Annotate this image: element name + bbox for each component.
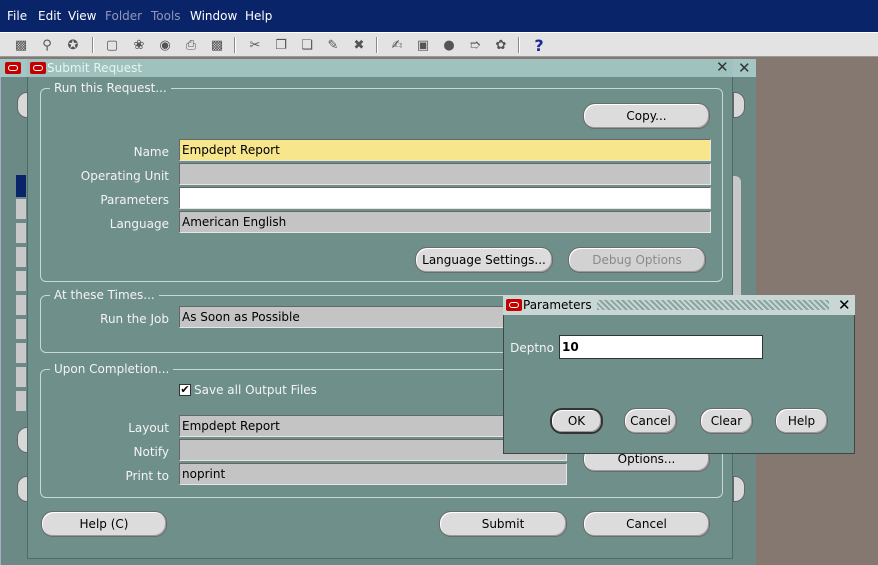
clear-button[interactable]: Clear xyxy=(700,408,753,434)
operating-unit-label: Operating Unit xyxy=(80,169,169,183)
oracle-logo-icon xyxy=(506,299,522,311)
copy-button[interactable]: Copy... xyxy=(583,103,710,129)
navigator-icon[interactable]: ✪ xyxy=(64,36,82,54)
folder-tools-icon[interactable]: ✿ xyxy=(492,36,510,54)
help-button[interactable]: Help (C) xyxy=(41,511,167,537)
parameters-field[interactable] xyxy=(179,187,711,209)
attachments-icon[interactable]: ➱ xyxy=(466,36,484,54)
clear-record-icon[interactable]: ✎ xyxy=(324,36,342,54)
save-output-checkbox[interactable]: ✔ xyxy=(179,384,191,396)
toolbar-separator xyxy=(234,37,236,53)
parameters-titlebar: Parameters xyxy=(503,295,855,315)
oracle-logo-icon xyxy=(30,62,46,74)
menu-window[interactable]: Window xyxy=(190,9,237,23)
dialog-title: Parameters xyxy=(523,298,592,312)
language-label: Language xyxy=(109,217,169,231)
parameters-label: Parameters xyxy=(100,193,169,207)
submit-request-titlebar: Submit Request xyxy=(27,59,733,77)
deptno-label: Deptno xyxy=(510,341,554,355)
notify-label: Notify xyxy=(133,445,169,459)
new-record-icon[interactable]: ▩ xyxy=(12,36,30,54)
save-output-label: Save all Output Files xyxy=(194,383,317,397)
background-record-indicators xyxy=(16,175,26,413)
dialog-help-button[interactable]: Help xyxy=(775,408,828,434)
oracle-logo-icon xyxy=(5,62,21,74)
menu-folder: Folder xyxy=(105,9,143,23)
close-icon[interactable]: ✕ xyxy=(838,296,851,314)
copy-icon[interactable]: ❐ xyxy=(272,36,290,54)
switch-responsibility-icon[interactable]: ◉ xyxy=(156,36,174,54)
toolbar: ▩ ⚲ ✪ ▢ ❀ ◉ ⎙ ▩ ✂ ❐ ❏ ✎ ✖ ✍ ▣ ● ➱ ✿ ? xyxy=(0,32,878,57)
group-label: Upon Completion... xyxy=(50,362,174,376)
print-to-field[interactable]: noprint xyxy=(179,463,567,485)
submit-button[interactable]: Submit xyxy=(439,511,567,537)
current-record-indicator xyxy=(16,175,26,197)
deptno-field[interactable]: 10 xyxy=(559,335,763,359)
next-step-icon[interactable]: ❀ xyxy=(130,36,148,54)
menu-bar: File Edit View Folder Tools Window Help xyxy=(0,0,878,32)
menu-edit[interactable]: Edit xyxy=(38,9,61,23)
toolbar-separator xyxy=(92,37,94,53)
group-label: Run this Request... xyxy=(50,81,171,95)
find-icon[interactable]: ⚲ xyxy=(38,36,56,54)
paste-icon[interactable]: ❏ xyxy=(298,36,316,54)
menu-view[interactable]: View xyxy=(68,9,96,23)
operating-unit-field[interactable] xyxy=(179,163,711,185)
cut-icon[interactable]: ✂ xyxy=(246,36,264,54)
toolbar-separator xyxy=(376,37,378,53)
translations-icon[interactable]: ● xyxy=(440,36,458,54)
close-icon[interactable]: ✕ xyxy=(738,59,751,77)
help-icon[interactable]: ? xyxy=(530,36,548,55)
name-field[interactable]: Empdept Report xyxy=(179,139,711,161)
language-settings-button[interactable]: Language Settings... xyxy=(415,247,553,273)
save-icon[interactable]: ▢ xyxy=(103,36,121,54)
close-form-icon[interactable]: ▩ xyxy=(208,36,226,54)
debug-options-button: Debug Options xyxy=(568,247,706,273)
delete-record-icon[interactable]: ✖ xyxy=(350,36,368,54)
language-field[interactable]: American English xyxy=(179,211,711,233)
layout-label: Layout xyxy=(128,421,169,435)
edit-field-icon[interactable]: ✍ xyxy=(388,36,406,54)
zoom-icon[interactable]: ▣ xyxy=(414,36,432,54)
menu-tools: Tools xyxy=(151,9,181,23)
print-to-label: Print to xyxy=(125,469,169,483)
menu-help[interactable]: Help xyxy=(245,9,272,23)
ok-button[interactable]: OK xyxy=(550,408,603,434)
dialog-cancel-button[interactable]: Cancel xyxy=(624,408,677,434)
close-icon[interactable]: ✕ xyxy=(716,58,729,76)
background-scrollbar xyxy=(733,176,741,296)
menu-file[interactable]: File xyxy=(7,9,27,23)
titlebar-grip xyxy=(597,300,829,310)
toolbar-separator xyxy=(518,37,520,53)
group-label: At these Times... xyxy=(50,288,159,302)
run-job-label: Run the Job xyxy=(100,312,169,326)
name-label: Name xyxy=(133,145,169,159)
cancel-button[interactable]: Cancel xyxy=(583,511,710,537)
print-icon[interactable]: ⎙ xyxy=(182,36,200,54)
window-title: Submit Request xyxy=(47,61,143,75)
